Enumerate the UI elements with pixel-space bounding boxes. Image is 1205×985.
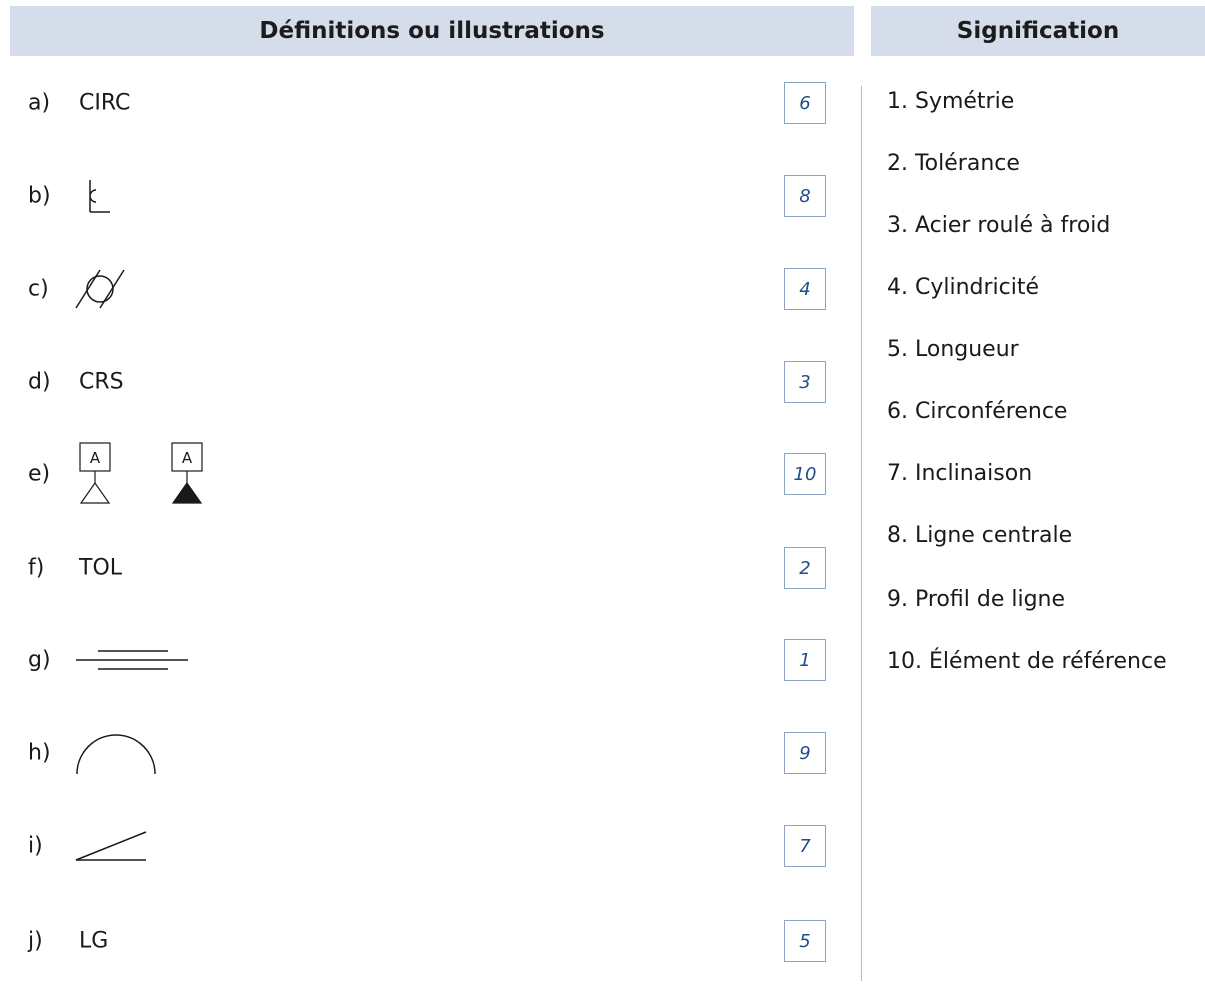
- row-letter: g): [28, 647, 51, 673]
- answer-box-g[interactable]: 1: [784, 639, 826, 681]
- datum-letter-filled: A: [182, 449, 193, 467]
- header-signification-label: Signification: [956, 18, 1120, 44]
- profile-of-line-symbol-icon: [76, 734, 156, 775]
- definition-row-b: b) 8: [0, 166, 860, 226]
- meaning-item-1: 1. Symétrie: [887, 89, 1015, 114]
- row-term: CRS: [79, 369, 124, 395]
- answer-box-b[interactable]: 8: [784, 175, 826, 217]
- answer-box-c[interactable]: 4: [784, 268, 826, 310]
- meaning-item-3: 3. Acier roulé à froid: [887, 213, 1111, 238]
- symmetry-symbol-icon: [76, 650, 188, 670]
- answer-box-d[interactable]: 3: [784, 361, 826, 403]
- meaning-item-4: 4. Cylindricité: [887, 275, 1040, 300]
- answer-value: 1: [799, 649, 811, 671]
- answer-value: 5: [799, 930, 811, 952]
- row-letter: b): [28, 183, 51, 209]
- definition-row-a: a) CIRC 6: [0, 73, 860, 133]
- row-letter: d): [28, 369, 51, 395]
- meaning-item-2: 2. Tolérance: [887, 151, 1020, 176]
- row-letter: c): [28, 276, 49, 302]
- definition-row-c: c) 4: [0, 259, 860, 319]
- header-definitions: Définitions ou illustrations: [10, 6, 854, 56]
- column-divider: [861, 86, 862, 981]
- meaning-item-7: 7. Inclinaison: [887, 461, 1033, 486]
- meaning-item-8: 8. Ligne centrale: [887, 523, 1073, 548]
- answer-value: 3: [799, 371, 811, 393]
- row-letter: h): [28, 740, 51, 766]
- answer-box-i[interactable]: 7: [784, 825, 826, 867]
- row-term: LG: [79, 928, 109, 954]
- row-term: CIRC: [79, 90, 131, 116]
- answer-box-a[interactable]: 6: [784, 82, 826, 124]
- answer-value: 9: [799, 742, 811, 764]
- meaning-item-9: 9. Profil de ligne: [887, 587, 1066, 612]
- answer-box-h[interactable]: 9: [784, 732, 826, 774]
- row-letter: a): [28, 90, 51, 116]
- answer-value: 4: [799, 278, 811, 300]
- meaning-item-10: 10. Élément de référence: [887, 649, 1167, 674]
- datum-letter-open: A: [90, 449, 101, 467]
- definition-row-i: i) 7: [0, 816, 860, 876]
- datum-feature-symbol-icon: A A: [79, 442, 203, 504]
- row-term: TOL: [79, 555, 123, 581]
- header-signification: Signification: [871, 6, 1205, 56]
- definition-row-j: j) LG 5: [0, 911, 860, 971]
- answer-value: 2: [799, 557, 811, 579]
- row-letter: j): [28, 928, 43, 954]
- angularity-symbol-icon: [75, 831, 147, 861]
- answer-box-j[interactable]: 5: [784, 920, 826, 962]
- answer-value: 8: [799, 185, 811, 207]
- cylindricity-symbol-icon: [75, 269, 125, 309]
- answer-value: 7: [799, 835, 811, 857]
- definition-row-e: e) A A 10: [0, 442, 860, 504]
- answer-box-f[interactable]: 2: [784, 547, 826, 589]
- meaning-item-6: 6. Circonférence: [887, 399, 1068, 424]
- definition-row-g: g) 1: [0, 630, 860, 690]
- definition-row-d: d) CRS 3: [0, 352, 860, 412]
- header-definitions-label: Définitions ou illustrations: [259, 18, 605, 44]
- definition-row-h: h) 9: [0, 723, 860, 783]
- answer-value: 6: [799, 92, 811, 114]
- row-letter: i): [28, 833, 43, 859]
- answer-value: 10: [793, 463, 817, 485]
- meaning-item-5: 5. Longueur: [887, 337, 1019, 362]
- answer-box-e[interactable]: 10: [784, 453, 826, 495]
- definition-row-f: f) TOL 2: [0, 538, 860, 598]
- centerline-symbol-icon: [89, 180, 110, 213]
- row-letter: e): [28, 461, 51, 487]
- row-letter: f): [28, 555, 45, 581]
